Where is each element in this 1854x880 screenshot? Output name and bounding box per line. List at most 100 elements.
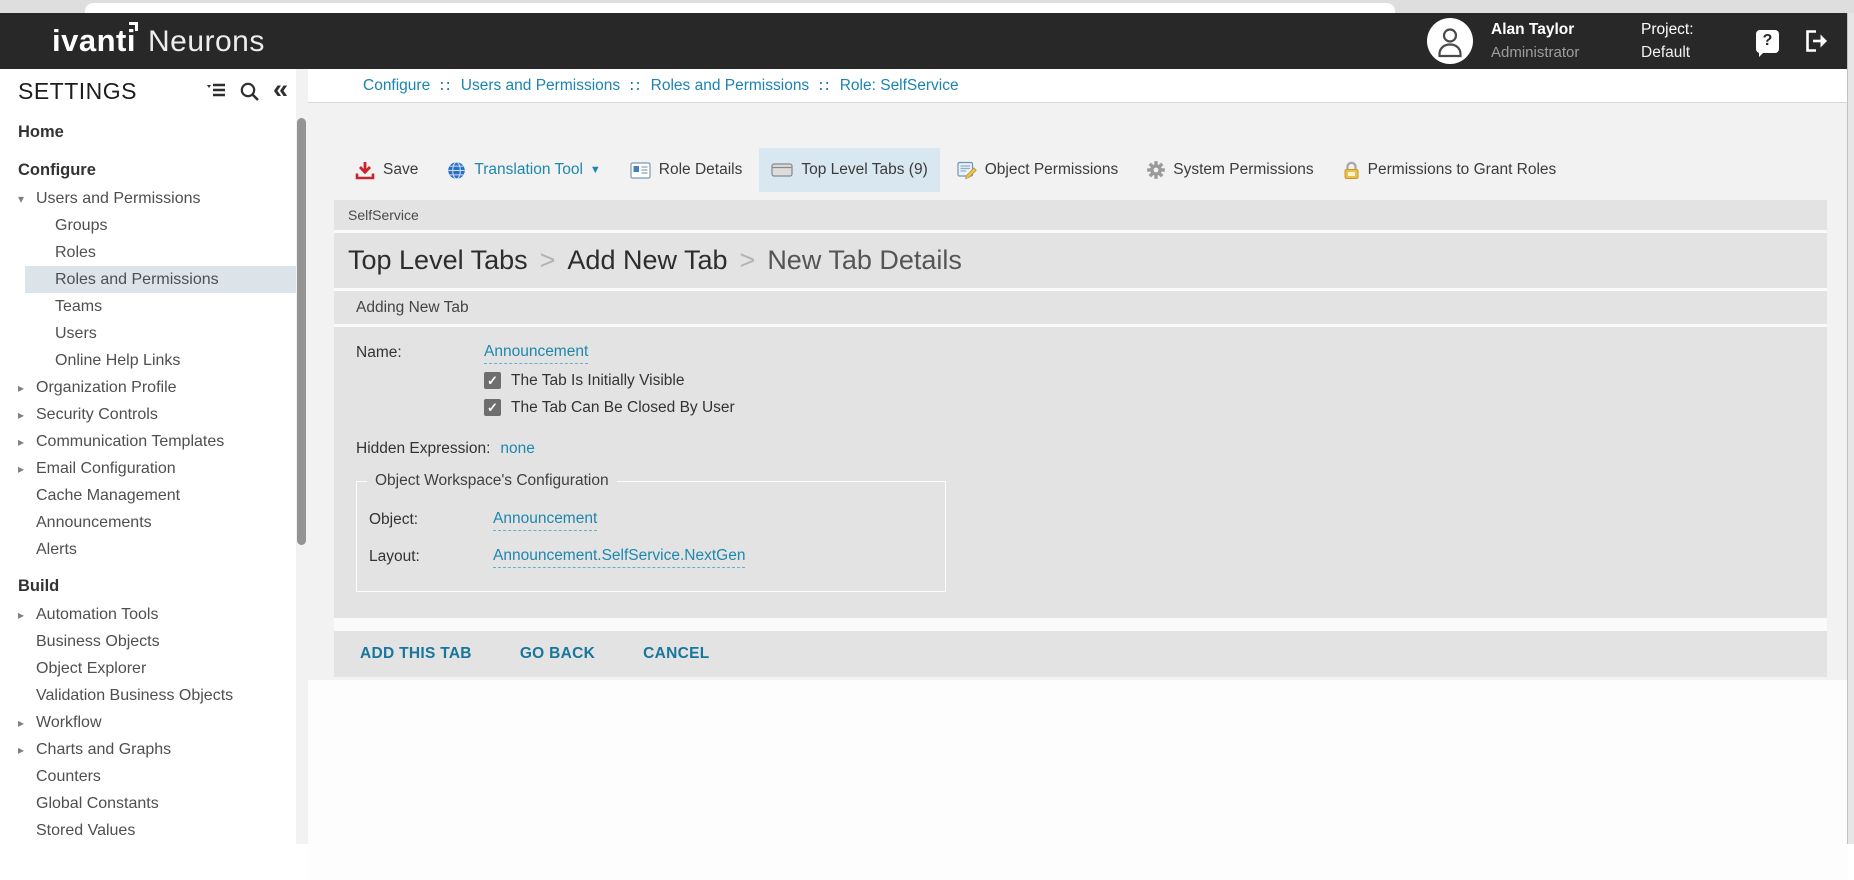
sidebar-item-users-and-permissions[interactable]: ▾ Users and Permissions bbox=[0, 185, 296, 212]
sidebar-header: SETTINGS « bbox=[0, 69, 296, 113]
breadcrumb-users-and-permissions[interactable]: Users and Permissions bbox=[461, 77, 620, 95]
permissions-to-grant-roles-button[interactable]: Permissions to Grant Roles bbox=[1331, 148, 1569, 192]
hidden-expression-row: Hidden Expression: none bbox=[356, 435, 1805, 463]
sidebar-item-build[interactable]: Build bbox=[0, 571, 296, 601]
app-header: ivanti Neurons Alan Taylor Administrator… bbox=[0, 13, 1854, 69]
tree-expand-icon[interactable]: ▸ bbox=[18, 462, 36, 476]
sidebar-item-online-help-links[interactable]: Online Help Links bbox=[0, 347, 296, 374]
project-info: Project: Default bbox=[1641, 21, 1756, 62]
closable-checkbox[interactable]: ✓ bbox=[484, 399, 501, 416]
window-scrollbar[interactable] bbox=[1847, 13, 1854, 844]
lock-icon bbox=[1343, 161, 1360, 180]
sidebar-search-button[interactable] bbox=[239, 81, 260, 102]
sidebar-item-teams[interactable]: Teams bbox=[0, 293, 296, 320]
heading-top-level-tabs[interactable]: Top Level Tabs bbox=[348, 245, 528, 276]
logout-button[interactable] bbox=[1803, 29, 1830, 53]
add-this-tab-button[interactable]: ADD THIS TAB bbox=[360, 645, 472, 663]
tree-expand-icon[interactable]: ▸ bbox=[18, 435, 36, 449]
sidebar-item-business-objects[interactable]: Business Objects bbox=[0, 628, 296, 655]
object-permissions-button[interactable]: Object Permissions bbox=[945, 148, 1131, 192]
cancel-button[interactable]: CANCEL bbox=[643, 645, 709, 663]
sidebar-item-label: Announcements bbox=[36, 514, 152, 532]
collapse-sidebar-button[interactable]: « bbox=[273, 79, 288, 99]
sidebar-item-workflow[interactable]: ▸ Workflow bbox=[0, 709, 296, 736]
translation-tool-button[interactable]: Translation Tool ▼ bbox=[435, 148, 612, 192]
sidebar-title: SETTINGS bbox=[18, 78, 193, 105]
sidebar-item-security-controls[interactable]: ▸ Security Controls bbox=[0, 401, 296, 428]
sidebar-item-home[interactable]: Home bbox=[0, 117, 296, 147]
sidebar-item-stored-values[interactable]: Stored Values bbox=[0, 817, 296, 844]
main-content: Configure ∷ Users and Permissions ∷ Role… bbox=[308, 69, 1848, 844]
layout-value-field[interactable]: Announcement.SelfService.NextGen bbox=[493, 547, 745, 568]
save-download-icon bbox=[355, 161, 375, 180]
adding-new-tab-strip: Adding New Tab bbox=[334, 291, 1827, 327]
save-button[interactable]: Save bbox=[343, 148, 430, 192]
sidebar-scrollbar-thumb[interactable] bbox=[297, 118, 306, 545]
system-permissions-button[interactable]: System Permissions bbox=[1135, 148, 1325, 192]
project-value[interactable]: Default bbox=[1641, 44, 1756, 62]
breadcrumb-role-selfservice[interactable]: Role: SelfService bbox=[840, 77, 959, 95]
initially-visible-label: The Tab Is Initially Visible bbox=[511, 372, 684, 390]
sidebar-item-label: Organization Profile bbox=[36, 379, 177, 397]
breadcrumb: Configure ∷ Users and Permissions ∷ Role… bbox=[308, 69, 1848, 103]
settings-sidebar: SETTINGS « Home Configure ▾ Users and Pe… bbox=[0, 69, 296, 844]
initially-visible-row: ✓ The Tab Is Initially Visible bbox=[356, 367, 1805, 394]
top-level-tabs-label: Top Level Tabs (9) bbox=[801, 161, 927, 179]
hidden-expression-label: Hidden Expression: bbox=[356, 440, 490, 458]
sidebar-item-alerts[interactable]: Alerts bbox=[0, 536, 296, 563]
hidden-expression-value[interactable]: none bbox=[500, 440, 534, 458]
breadcrumb-configure[interactable]: Configure bbox=[363, 77, 430, 95]
user-avatar[interactable] bbox=[1427, 18, 1473, 64]
translation-tool-label: Translation Tool bbox=[474, 161, 583, 179]
sidebar-item-label: Workflow bbox=[36, 714, 102, 732]
sidebar-item-label: Alerts bbox=[36, 541, 77, 559]
sidebar-item-email-configuration[interactable]: ▸ Email Configuration bbox=[0, 455, 296, 482]
sidebar-item-users[interactable]: Users bbox=[0, 320, 296, 347]
tree-expand-icon[interactable]: ▸ bbox=[18, 743, 36, 757]
object-value-field[interactable]: Announcement bbox=[493, 510, 597, 531]
sidebar-item-cache-management[interactable]: Cache Management bbox=[0, 482, 296, 509]
breadcrumb-separator: ∷ bbox=[630, 77, 641, 95]
role-details-button[interactable]: Role Details bbox=[618, 148, 755, 192]
initially-visible-checkbox[interactable]: ✓ bbox=[484, 372, 501, 389]
workspace-configuration-legend: Object Workspace's Configuration bbox=[367, 472, 617, 490]
sidebar-item-label: Communication Templates bbox=[36, 433, 224, 451]
sidebar-item-configure[interactable]: Configure bbox=[0, 155, 296, 185]
edit-document-icon bbox=[957, 161, 977, 180]
tree-expand-icon[interactable]: ▸ bbox=[18, 408, 36, 422]
sidebar-item-object-explorer[interactable]: Object Explorer bbox=[0, 655, 296, 682]
sidebar-item-validation-business-objects[interactable]: Validation Business Objects bbox=[0, 682, 296, 709]
sidebar-item-label: Build bbox=[18, 577, 59, 596]
heading-separator-icon: > bbox=[740, 245, 756, 276]
breadcrumb-roles-and-permissions[interactable]: Roles and Permissions bbox=[651, 77, 810, 95]
heading-add-new-tab[interactable]: Add New Tab bbox=[567, 245, 727, 276]
sidebar-item-roles-and-permissions[interactable]: Roles and Permissions bbox=[25, 266, 296, 293]
sidebar-item-communication-templates[interactable]: ▸ Communication Templates bbox=[0, 428, 296, 455]
help-button[interactable]: ? bbox=[1756, 30, 1779, 53]
role-details-label: Role Details bbox=[659, 161, 743, 179]
adding-new-tab-label: Adding New Tab bbox=[356, 299, 469, 317]
sidebar-item-charts-and-graphs[interactable]: ▸ Charts and Graphs bbox=[0, 736, 296, 763]
sidebar-item-global-constants[interactable]: Global Constants bbox=[0, 790, 296, 817]
go-back-button[interactable]: GO BACK bbox=[520, 645, 595, 663]
tree-expand-icon[interactable]: ▸ bbox=[18, 381, 36, 395]
sidebar-item-label: Users and Permissions bbox=[36, 190, 201, 208]
tree-expand-icon[interactable]: ▸ bbox=[18, 716, 36, 730]
sidebar-item-label: Counters bbox=[36, 768, 101, 786]
name-value-field[interactable]: Announcement bbox=[484, 343, 588, 364]
sidebar-item-organization-profile[interactable]: ▸ Organization Profile bbox=[0, 374, 296, 401]
top-level-tabs-button[interactable]: Top Level Tabs (9) bbox=[759, 148, 939, 192]
sidebar-item-counters[interactable]: Counters bbox=[0, 763, 296, 790]
tree-expand-icon[interactable]: ▸ bbox=[18, 608, 36, 622]
sidebar-item-roles[interactable]: Roles bbox=[0, 239, 296, 266]
double-chevron-left-icon: « bbox=[273, 79, 288, 99]
save-label: Save bbox=[383, 161, 418, 179]
sidebar-item-automation-tools[interactable]: ▸ Automation Tools bbox=[0, 601, 296, 628]
sidebar-item-announcements[interactable]: Announcements bbox=[0, 509, 296, 536]
page-title: Top Level Tabs > Add New Tab > New Tab D… bbox=[334, 233, 1827, 291]
layout-label: Layout: bbox=[369, 548, 493, 566]
collapse-all-tree-button[interactable] bbox=[206, 82, 226, 100]
sidebar-item-groups[interactable]: Groups bbox=[0, 212, 296, 239]
tree-expand-icon[interactable]: ▾ bbox=[18, 192, 36, 206]
sidebar-scrollbar-track[interactable] bbox=[296, 69, 308, 844]
